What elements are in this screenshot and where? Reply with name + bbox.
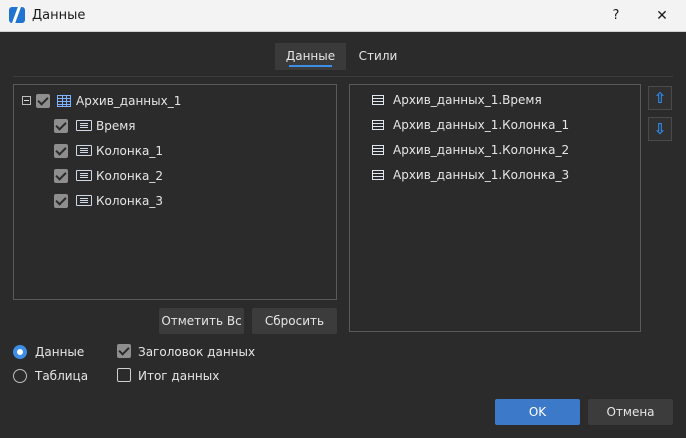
data-header-checkbox[interactable] [117,344,131,358]
field-icon [372,170,384,180]
tree-item-column-2[interactable]: Колонка_2 [96,167,163,185]
close-button[interactable]: ✕ [650,4,674,28]
list-item[interactable]: Архив_данных_1.Колонка_2 [393,141,569,159]
tree-item-column-1[interactable]: Колонка_1 [96,142,163,160]
mode-radio-data[interactable] [13,345,27,359]
tab-data[interactable]: Данные [275,43,346,70]
list-item[interactable]: Архив_данных_1.Колонка_3 [393,166,569,184]
mode-label-data[interactable]: Данные [35,343,84,361]
arrow-down-icon: ⇩ [653,120,667,138]
cancel-button[interactable]: Отмена [588,399,673,425]
arrow-up-icon: ⇧ [653,89,667,107]
ok-button[interactable]: OK [495,399,580,425]
selected-fields-list[interactable]: Архив_данных_1.Время Архив_данных_1.Коло… [349,84,641,332]
tree-collapse-icon[interactable] [22,96,31,105]
data-total-checkbox[interactable] [117,368,131,382]
app-logo-icon [9,7,25,23]
mode-radio-table[interactable] [13,369,27,383]
column-icon [76,195,92,206]
reset-button[interactable]: Сбросить [252,308,337,334]
tree-root-label[interactable]: Архив_данных_1 [76,92,181,110]
tree-item-checkbox-time[interactable] [54,119,68,133]
data-header-label[interactable]: Заголовок данных [138,343,255,361]
list-item[interactable]: Архив_данных_1.Колонка_1 [393,116,569,134]
column-icon [76,145,92,156]
column-icon [76,120,92,131]
data-total-label[interactable]: Итог данных [138,367,219,385]
close-icon: ✕ [656,8,668,24]
help-button[interactable]: ? [604,4,628,28]
field-icon [372,95,384,105]
tree-item-checkbox-column-2[interactable] [54,169,68,183]
tree-item-checkbox-column-3[interactable] [54,194,68,208]
title-bar: Данные ? ✕ [0,0,686,32]
field-icon [372,120,384,130]
help-icon: ? [612,8,620,23]
select-all-button[interactable]: Отметить Вс [159,308,244,334]
mode-label-table[interactable]: Таблица [35,367,88,385]
field-icon [372,145,384,155]
tree-item-checkbox-column-1[interactable] [54,144,68,158]
tree-root-checkbox[interactable] [36,94,50,108]
columns-tree[interactable]: Архив_данных_1 Время Колонка_1 Колонка_2… [13,84,337,300]
tree-item-time[interactable]: Время [96,117,136,135]
column-icon [76,170,92,181]
list-item[interactable]: Архив_данных_1.Время [393,91,542,109]
window-title: Данные [32,8,86,23]
tab-styles[interactable]: Стили [350,43,406,70]
move-down-button[interactable]: ⇩ [648,117,672,141]
move-up-button[interactable]: ⇧ [648,86,672,110]
table-icon [57,95,71,107]
tree-item-column-3[interactable]: Колонка_3 [96,192,163,210]
tabs-divider [13,76,673,77]
